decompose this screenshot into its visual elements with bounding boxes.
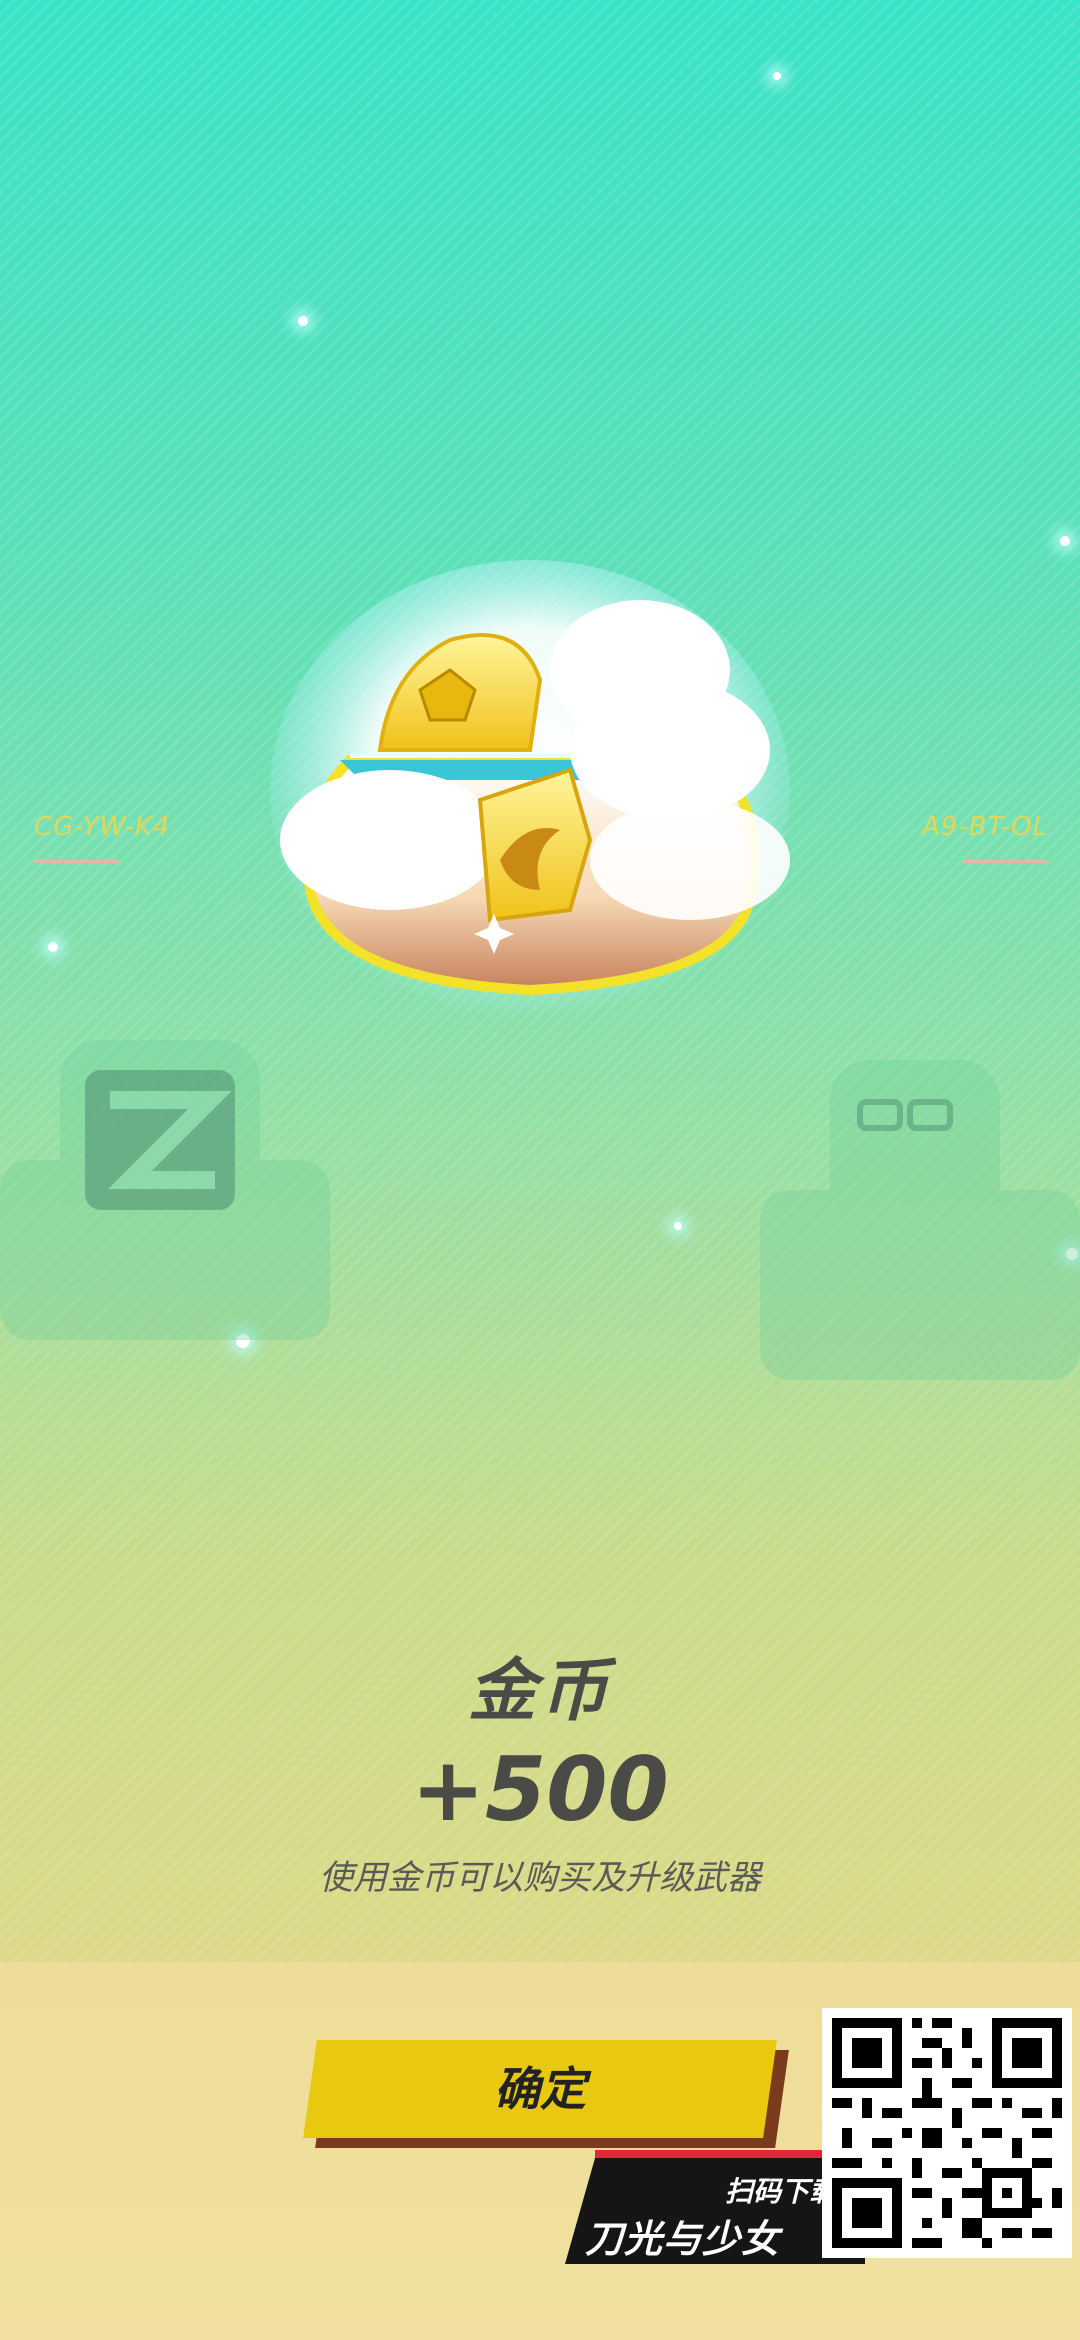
confirm-button-label: 确定 bbox=[494, 2062, 586, 2116]
sparkle-icon bbox=[1060, 536, 1070, 546]
reward-description: 使用金币可以购买及升级武器 bbox=[319, 1858, 761, 1898]
scan-download-text: 扫码下载 bbox=[724, 2175, 837, 2208]
reward-name: 金币 bbox=[467, 1652, 612, 1731]
left-character-silhouette bbox=[0, 1040, 330, 1340]
right-character-silhouette bbox=[760, 1060, 1080, 1380]
confirm-button[interactable]: 确定 bbox=[303, 2040, 789, 2148]
left-code-label: CG-YW-K4 bbox=[34, 812, 170, 863]
qr-code[interactable] bbox=[822, 2008, 1072, 2258]
game-name-text: 刀光与少女 bbox=[585, 2217, 781, 2261]
download-promo-badge[interactable]: 扫码下载 刀光与少女 bbox=[555, 2150, 865, 2264]
sparkle-icon bbox=[298, 316, 308, 326]
gold-coin-bag-icon bbox=[270, 560, 790, 1020]
sparkle-icon bbox=[48, 942, 58, 952]
right-code-label: A9-BT-OL bbox=[922, 812, 1048, 863]
sparkle-icon bbox=[674, 1222, 682, 1230]
reward-amount: +500 bbox=[411, 1738, 669, 1841]
sparkle-icon bbox=[773, 72, 781, 80]
